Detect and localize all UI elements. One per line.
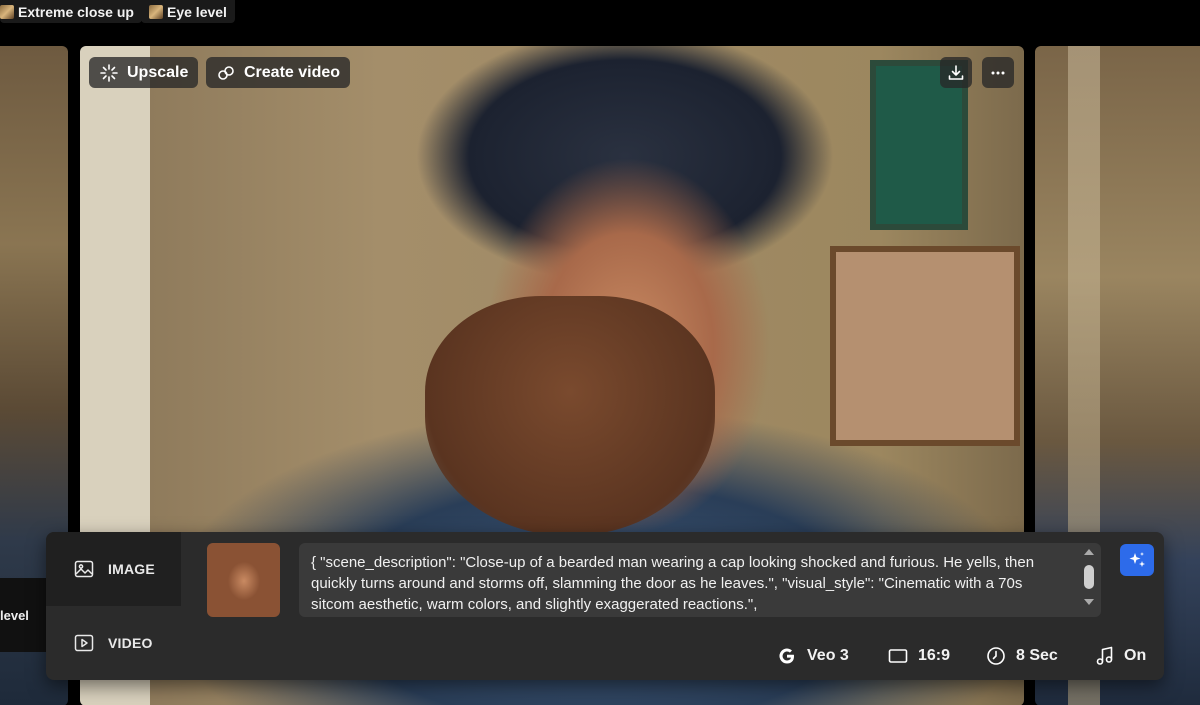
- clock-icon: [987, 647, 1005, 665]
- image-icon: [74, 560, 94, 578]
- tag-thumbnail: [0, 4, 14, 19]
- create-video-label: Create video: [244, 63, 341, 81]
- mode-video-label: VIDEO: [108, 635, 153, 651]
- mode-video-tab[interactable]: VIDEO: [46, 606, 181, 680]
- link-icon: [218, 65, 234, 80]
- prompt-text[interactable]: { "scene_description": "Close-up of a be…: [311, 552, 1067, 616]
- more-options-button[interactable]: [982, 57, 1014, 88]
- prompt-panel: IMAGE VIDEO { "scene_description": "Clos…: [46, 532, 1164, 680]
- duration-label: 8 Sec: [1016, 647, 1058, 664]
- model-label: Veo 3: [807, 647, 849, 664]
- tag-extreme-close-up[interactable]: Extreme close up: [0, 0, 142, 23]
- mode-selector: IMAGE VIDEO: [46, 532, 181, 680]
- scroll-up-arrow-icon[interactable]: [1084, 549, 1094, 555]
- model-selector[interactable]: Veo 3: [777, 632, 849, 680]
- scrollbar-thumb[interactable]: [1084, 565, 1094, 589]
- enhance-prompt-button[interactable]: [1120, 544, 1154, 576]
- reference-image-thumbnail[interactable]: [207, 543, 280, 617]
- tag-label: Eye level: [167, 3, 227, 20]
- tag-eye-level[interactable]: Eye level: [141, 0, 235, 23]
- google-g-icon: [779, 648, 794, 664]
- subject-beard: [425, 296, 715, 536]
- mode-image-label: IMAGE: [108, 561, 155, 577]
- mode-image-tab[interactable]: IMAGE: [46, 532, 181, 606]
- music-note-icon: [1096, 646, 1113, 665]
- wall-picture-frame: [830, 246, 1020, 446]
- aspect-ratio-label: 16:9: [918, 647, 951, 664]
- magic-sparkle-icon: [1129, 552, 1145, 567]
- aspect-ratio-icon: [888, 649, 908, 663]
- create-video-button[interactable]: Create video: [206, 57, 351, 88]
- audio-label: On: [1124, 647, 1147, 664]
- more-icon: [991, 71, 1005, 74]
- tag-label: Extreme close up: [18, 3, 134, 20]
- sparkle-icon: [100, 63, 118, 82]
- video-icon: [74, 634, 94, 652]
- tag-thumbnail: [149, 4, 163, 19]
- download-icon: [948, 64, 964, 80]
- tag-bar: Extreme close up Eye level: [0, 0, 1200, 46]
- side-card-label: level: [0, 608, 29, 623]
- aspect-ratio-selector[interactable]: 16:9: [888, 632, 950, 680]
- upscale-label: Upscale: [127, 63, 189, 81]
- prompt-input[interactable]: { "scene_description": "Close-up of a be…: [299, 543, 1101, 617]
- scroll-down-arrow-icon[interactable]: [1084, 599, 1094, 605]
- upscale-button[interactable]: Upscale: [89, 57, 199, 88]
- duration-selector[interactable]: 8 Sec: [986, 632, 1058, 680]
- audio-toggle[interactable]: On: [1096, 632, 1146, 680]
- prompt-scrollbar[interactable]: [1083, 549, 1095, 611]
- download-button[interactable]: [940, 57, 972, 88]
